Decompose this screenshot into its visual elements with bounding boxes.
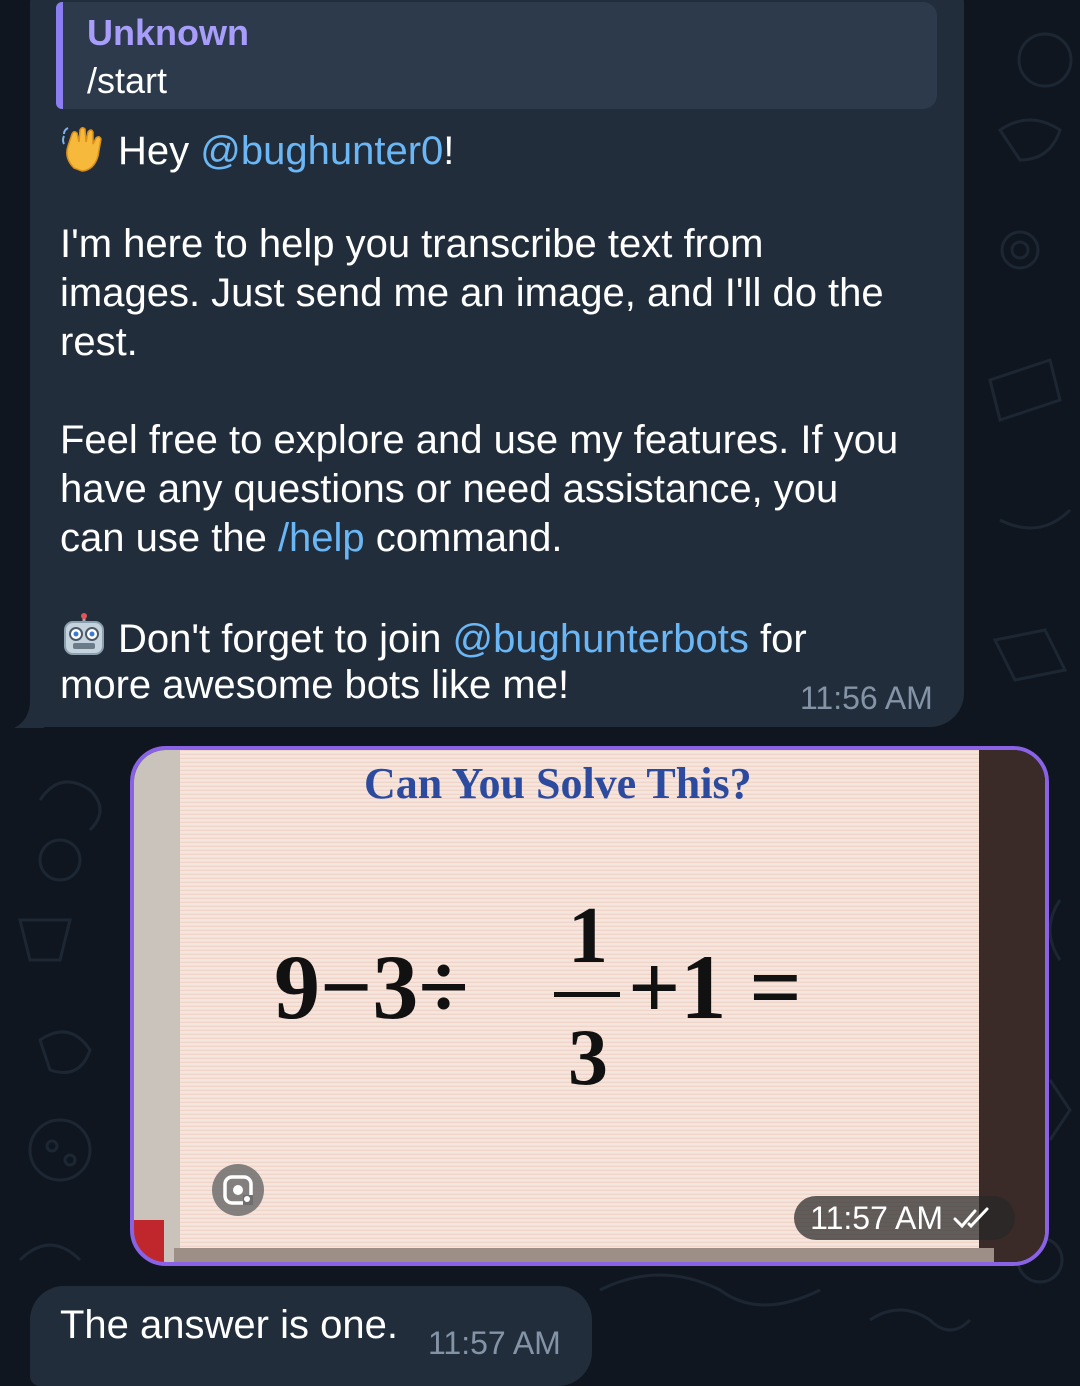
- channel-mention-link[interactable]: @bughunterbots: [453, 617, 749, 661]
- answer-timestamp: 11:57 AM: [428, 1325, 561, 1361]
- double-check-icon: [953, 1207, 989, 1229]
- paragraph-3-line-2: more awesome bots like me!: [60, 663, 570, 707]
- paragraph-1-line-3: rest.: [60, 320, 138, 364]
- chat-area[interactable]: Unknown /start Hey @bughunter0! I'm here…: [0, 0, 1080, 1386]
- reply-sender-name: Unknown: [87, 12, 249, 53]
- help-suffix: command.: [364, 516, 563, 560]
- bubble-tail: [14, 700, 44, 728]
- greeting-prefix: Hey: [118, 129, 201, 173]
- photo-title: Can You Solve This?: [364, 759, 752, 808]
- google-lens-icon[interactable]: [210, 1162, 266, 1218]
- photo-timestamp: 11:57 AM: [810, 1199, 943, 1236]
- greeting-suffix: !: [443, 129, 455, 173]
- greeting-line: Hey @bughunter0!: [60, 124, 454, 176]
- join-suffix: for: [748, 617, 807, 661]
- paragraph-2-line-3: can use the /help command.: [60, 514, 563, 563]
- user-mention-link[interactable]: @bughunter0: [200, 129, 443, 173]
- math-puzzle-photo[interactable]: Can You Solve This? 9−3÷ 1 3 +1 =: [134, 750, 1045, 1262]
- paragraph-2-line-2: have any questions or need assistance, y…: [60, 467, 839, 511]
- answer-text: The answer is one.: [60, 1303, 398, 1347]
- reply-quoted-text: /start: [87, 60, 168, 101]
- robot-emoji: [64, 613, 104, 655]
- photo-timestamp-badge: 11:57 AM: [794, 1196, 1015, 1240]
- fraction-numerator: 1: [568, 892, 608, 980]
- waving-hand-emoji: [62, 126, 102, 172]
- reply-quote[interactable]: Unknown /start: [56, 2, 937, 109]
- fraction-bar: [554, 992, 620, 997]
- help-prefix: can use the: [60, 516, 278, 560]
- photo-message[interactable]: Can You Solve This? 9−3÷ 1 3 +1 = 11:57 …: [130, 746, 1049, 1266]
- fraction-denominator: 3: [568, 1014, 608, 1102]
- paragraph-1-line-2: images. Just send me an image, and I'll …: [60, 271, 884, 315]
- join-prefix: Don't forget to join: [118, 617, 453, 661]
- paragraph-1-line-1: I'm here to help you transcribe text fro…: [60, 222, 764, 266]
- message-timestamp: 11:56 AM: [800, 680, 933, 716]
- paragraph-2-line-1: Feel free to explore and use my features…: [60, 418, 899, 462]
- expression-right: +1 =: [628, 936, 802, 1038]
- expression-left: 9−3÷: [274, 936, 469, 1038]
- paragraph-3-line-1: Don't forget to join @bughunterbots for: [60, 612, 807, 664]
- help-command-link[interactable]: /help: [278, 516, 365, 560]
